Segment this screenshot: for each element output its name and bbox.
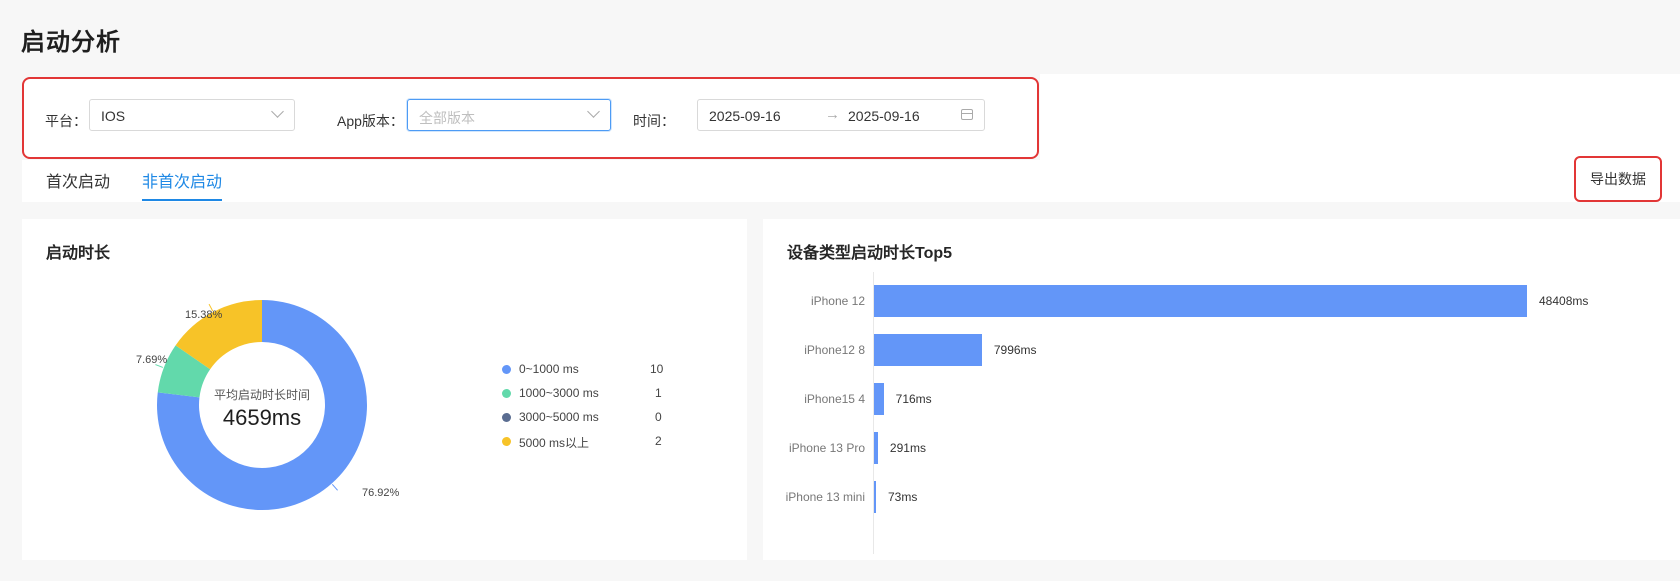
slice-leader-line (331, 484, 338, 491)
legend-dot (502, 389, 511, 398)
bar[interactable] (874, 383, 884, 415)
date-range-picker[interactable]: 2025-09-16 → 2025-09-16 (697, 99, 985, 131)
time-label: 时间： (633, 113, 675, 129)
center-value: 4659ms (222, 405, 302, 430)
calendar-icon[interactable] (961, 109, 973, 120)
tab-bar: 首次启动 非首次启动 (22, 160, 1680, 202)
card-title: 设备类型启动时长Top5 (787, 245, 953, 262)
export-data-button[interactable]: 导出数据 (1574, 156, 1662, 202)
filter-panel: 平台： IOS App版本： 全部版本 时间： 2025-09-16 → 202… (22, 77, 1039, 159)
legend-label: 5000 ms以上 (519, 436, 590, 450)
bar-category-label: iPhone15 4 (804, 392, 865, 406)
legend-count: 2 (655, 434, 662, 448)
startup-duration-card: 启动时长 平均启动时长时间 4659ms 76.92% 7.69% 15.38%… (22, 219, 747, 560)
date-start[interactable]: 2025-09-16 (709, 108, 781, 124)
bar-category-label: iPhone 13 Pro (788, 441, 865, 455)
chevron-down-icon (587, 105, 600, 118)
legend-dot (502, 365, 511, 374)
bar-value-label: 716ms (895, 392, 932, 406)
chevron-down-icon (271, 105, 284, 118)
donut-chart (155, 300, 367, 510)
bar[interactable] (874, 432, 878, 464)
slice-percent-label: 76.92% (362, 487, 400, 499)
app-version-select[interactable]: 全部版本 (407, 99, 611, 131)
legend-dot (502, 437, 511, 446)
filter-background (1040, 74, 1680, 162)
bar[interactable] (874, 285, 1527, 317)
legend-label: 1000~3000 ms (519, 386, 599, 400)
bar-category-label: iPhone 12 (810, 294, 865, 308)
legend-dot (502, 413, 511, 422)
platform-select[interactable]: IOS (89, 99, 295, 131)
legend-count: 0 (655, 410, 662, 424)
app-version-placeholder: 全部版本 (419, 110, 475, 126)
bar-value-label: 73ms (888, 490, 918, 504)
device-top5-card: 设备类型启动时长Top5 iPhone 12 48408ms iPhone12 8 7… (763, 219, 1680, 560)
arrow-right-icon: → (825, 106, 840, 123)
legend-label: 3000~5000 ms (519, 410, 599, 424)
bar-value-label: 7996ms (993, 343, 1037, 357)
bar-value-label: 48408ms (1539, 294, 1589, 308)
center-label: 平均启动时长时间 (213, 388, 310, 402)
legend-count: 1 (655, 386, 662, 400)
legend-label: 0~1000 ms (519, 362, 579, 376)
page-title: 启动分析 (21, 29, 121, 56)
bar-value-label: 291ms (889, 441, 926, 455)
app-version-label: App版本： (337, 113, 404, 129)
active-tab-indicator (142, 199, 222, 201)
platform-value: IOS (101, 108, 126, 124)
slice-percent-label: 15.38% (185, 309, 223, 321)
slice-percent-label: 7.69% (136, 354, 168, 366)
platform-label: 平台： (45, 113, 87, 129)
tab-first-launch[interactable]: 首次启动 (46, 168, 110, 192)
legend-count: 10 (650, 362, 664, 376)
tab-non-first-launch[interactable]: 非首次启动 (142, 168, 222, 192)
bar[interactable] (874, 481, 876, 513)
bar-category-label: iPhone 13 mini (785, 490, 865, 504)
date-end[interactable]: 2025-09-16 (848, 108, 920, 124)
bar-category-label: iPhone12 8 (804, 343, 865, 357)
bar[interactable] (874, 334, 982, 366)
